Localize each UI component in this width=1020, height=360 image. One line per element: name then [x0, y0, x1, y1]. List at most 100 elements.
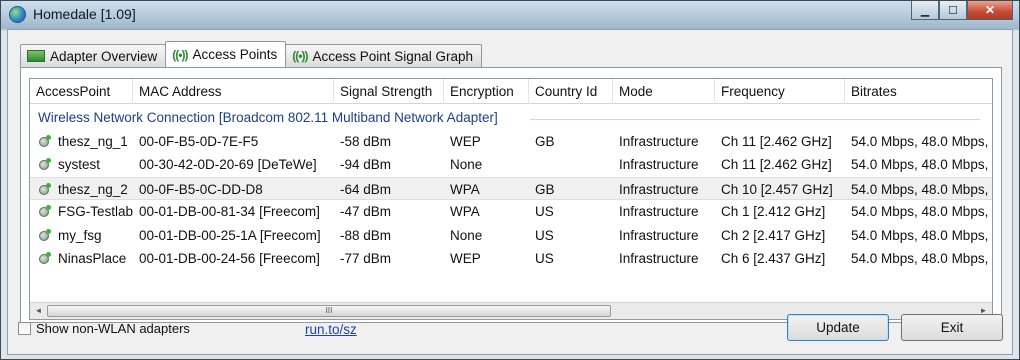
close-button[interactable]: ✕ — [967, 1, 1013, 20]
table-cell: -64 dBm — [340, 181, 392, 197]
table-cell: 54.0 Mbps, 48.0 Mbps, — [851, 251, 989, 266]
table-cell: GB — [535, 181, 555, 197]
table-cell: 54.0 Mbps, 48.0 Mbps, — [851, 134, 989, 149]
update-button[interactable]: Update — [787, 314, 889, 341]
column-header-bitrates[interactable]: Bitrates — [845, 79, 992, 104]
table-cell: US — [535, 251, 554, 266]
table-cell: Ch 10 [2.457 GHz] — [721, 181, 833, 197]
table-cell: -94 dBm — [340, 157, 392, 173]
table-cell: systest — [58, 157, 101, 173]
column-header-accesspoint[interactable]: AccessPoint — [30, 79, 133, 104]
access-point-icon — [38, 228, 52, 241]
table-cell: -58 dBm — [340, 134, 392, 149]
table-cell: 00-0F-B5-0D-7E-F5 — [139, 134, 259, 149]
access-point-icon: ((•)) — [172, 47, 188, 62]
table-cell: WPA — [450, 204, 480, 220]
column-header-frequency[interactable]: Frequency — [715, 79, 845, 104]
table-cell: 54.0 Mbps, 48.0 Mbps, — [851, 157, 989, 173]
table-cell — [529, 153, 613, 176]
table-row[interactable]: FSG-Testlab 00-01-DB-00-81-34 [Freecom] -4… — [30, 200, 992, 223]
table-cell: Ch 2 [2.417 GHz] — [721, 227, 826, 243]
table-cell: Infrastructure — [619, 204, 699, 220]
scroll-left-icon[interactable]: ◄ — [30, 303, 47, 319]
table-cell: Infrastructure — [619, 157, 699, 173]
table-cell: Infrastructure — [619, 251, 699, 266]
table-cell: 54.0 Mbps, 48.0 Mbps, — [851, 181, 989, 197]
column-header-encryption[interactable]: Encryption — [444, 79, 529, 104]
checkbox-label: Show non-WLAN adapters — [36, 321, 190, 336]
exit-button[interactable]: Exit — [901, 314, 1003, 341]
table-row[interactable]: my_fsg 00-01-DB-00-25-1A [Freecom] -88 dBm… — [30, 224, 992, 247]
show-non-wlan-checkbox[interactable] — [18, 322, 31, 335]
access-point-icon: ((•)) — [292, 49, 308, 63]
table-cell: thesz_ng_1 — [58, 134, 128, 149]
table-row[interactable]: NinasPlace 00-01-DB-00-24-56 [Freecom] -77… — [30, 247, 992, 270]
table-cell: WPA — [450, 181, 480, 197]
table-cell: Ch 1 [2.412 GHz] — [721, 204, 826, 220]
globe-icon — [9, 6, 26, 23]
table-cell: Infrastructure — [619, 134, 699, 149]
access-point-icon — [38, 252, 52, 264]
table-cell: US — [535, 204, 554, 220]
tab-label: Access Point Signal Graph — [312, 48, 474, 64]
adapter-icon — [27, 50, 45, 62]
table-cell: Infrastructure — [619, 181, 699, 197]
table-cell: my_fsg — [58, 227, 102, 243]
column-header-mode[interactable]: Mode — [613, 79, 715, 104]
table-cell: 00-01-DB-00-25-1A [Freecom] — [139, 227, 321, 243]
maximize-button[interactable]: ☐ — [939, 1, 967, 20]
scrollbar-thumb[interactable]: III — [47, 305, 611, 317]
table-cell: NinasPlace — [58, 251, 127, 266]
window-controls: ▁ ☐ ✕ — [911, 1, 1013, 21]
table-row[interactable]: systest 00-30-42-0D-20-69 [DeTeWe] -94 dBm… — [30, 153, 992, 176]
table-cell: 00-01-DB-00-24-56 [Freecom] — [139, 251, 320, 266]
table-cell: None — [450, 157, 483, 173]
access-point-icon — [38, 205, 52, 218]
group-header: Wireless Network Connection [Broadcom 80… — [38, 110, 498, 125]
column-header-mac-address[interactable]: MAC Address — [133, 79, 334, 104]
table-cell: WEP — [450, 251, 481, 266]
tab-strip: Adapter Overview ((•)) Access Points ((•… — [20, 41, 483, 67]
window-title: Homedale [1.09] — [33, 6, 136, 22]
column-header-signal-strength[interactable]: Signal Strength — [334, 79, 444, 104]
table-row[interactable]: thesz_ng_2 00-0F-B5-0C-DD-D8 -64 dBm WPA GB I… — [30, 176, 992, 200]
access-points-panel: AccessPoint MAC Address Signal Strength … — [20, 67, 1002, 323]
table-cell: thesz_ng_2 — [58, 181, 128, 197]
client-area: Adapter Overview ((•)) Access Points ((•… — [7, 29, 1013, 355]
table-cell: WEP — [450, 134, 481, 149]
access-point-icon — [38, 135, 52, 147]
list-header: AccessPoint MAC Address Signal Strength … — [30, 79, 992, 104]
access-point-list[interactable]: AccessPoint MAC Address Signal Strength … — [29, 78, 993, 320]
table-cell: -47 dBm — [340, 204, 392, 220]
table-row[interactable]: thesz_ng_1 00-0F-B5-0D-7E-F5 -58 dBm WEP GB I… — [30, 130, 992, 153]
column-header-country-id[interactable]: Country Id — [529, 79, 613, 104]
table-cell: Ch 11 [2.462 GHz] — [721, 157, 832, 173]
title-bar[interactable]: Homedale [1.09] ▁ ☐ ✕ — [1, 1, 1019, 29]
tab-label: Access Points — [192, 47, 278, 62]
table-cell: 00-0F-B5-0C-DD-D8 — [139, 181, 263, 197]
table-cell: -77 dBm — [340, 251, 392, 266]
table-cell: None — [450, 227, 483, 243]
tab-adapter-overview[interactable]: Adapter Overview — [20, 44, 167, 67]
tab-access-points[interactable]: ((•)) Access Points — [165, 41, 287, 67]
table-cell: Ch 11 [2.462 GHz] — [721, 134, 832, 149]
table-cell: 54.0 Mbps, 48.0 Mbps, — [851, 204, 989, 220]
access-point-icon — [38, 158, 52, 171]
show-non-wlan-option[interactable]: Show non-WLAN adapters — [18, 321, 190, 336]
minimize-button[interactable]: ▁ — [911, 1, 939, 20]
table-cell: Ch 6 [2.437 GHz] — [721, 251, 826, 266]
table-cell: FSG-Testlab — [58, 204, 133, 220]
table-cell: 00-30-42-0D-20-69 [DeTeWe] — [139, 157, 317, 173]
group-divider — [530, 119, 980, 120]
access-point-icon — [38, 182, 52, 195]
website-link[interactable]: run.to/sz — [305, 322, 357, 337]
table-cell: 54.0 Mbps, 48.0 Mbps, — [851, 227, 989, 243]
table-cell: 00-01-DB-00-81-34 [Freecom] — [139, 204, 320, 220]
tab-access-point-signal-graph[interactable]: ((•)) Access Point Signal Graph — [285, 44, 483, 67]
table-cell: GB — [535, 134, 555, 149]
app-window: Homedale [1.09] ▁ ☐ ✕ Adapter Overview (… — [0, 0, 1020, 360]
tab-label: Adapter Overview — [50, 48, 158, 64]
table-cell: US — [535, 227, 554, 243]
table-cell: -88 dBm — [340, 227, 392, 243]
table-cell: Infrastructure — [619, 227, 699, 243]
